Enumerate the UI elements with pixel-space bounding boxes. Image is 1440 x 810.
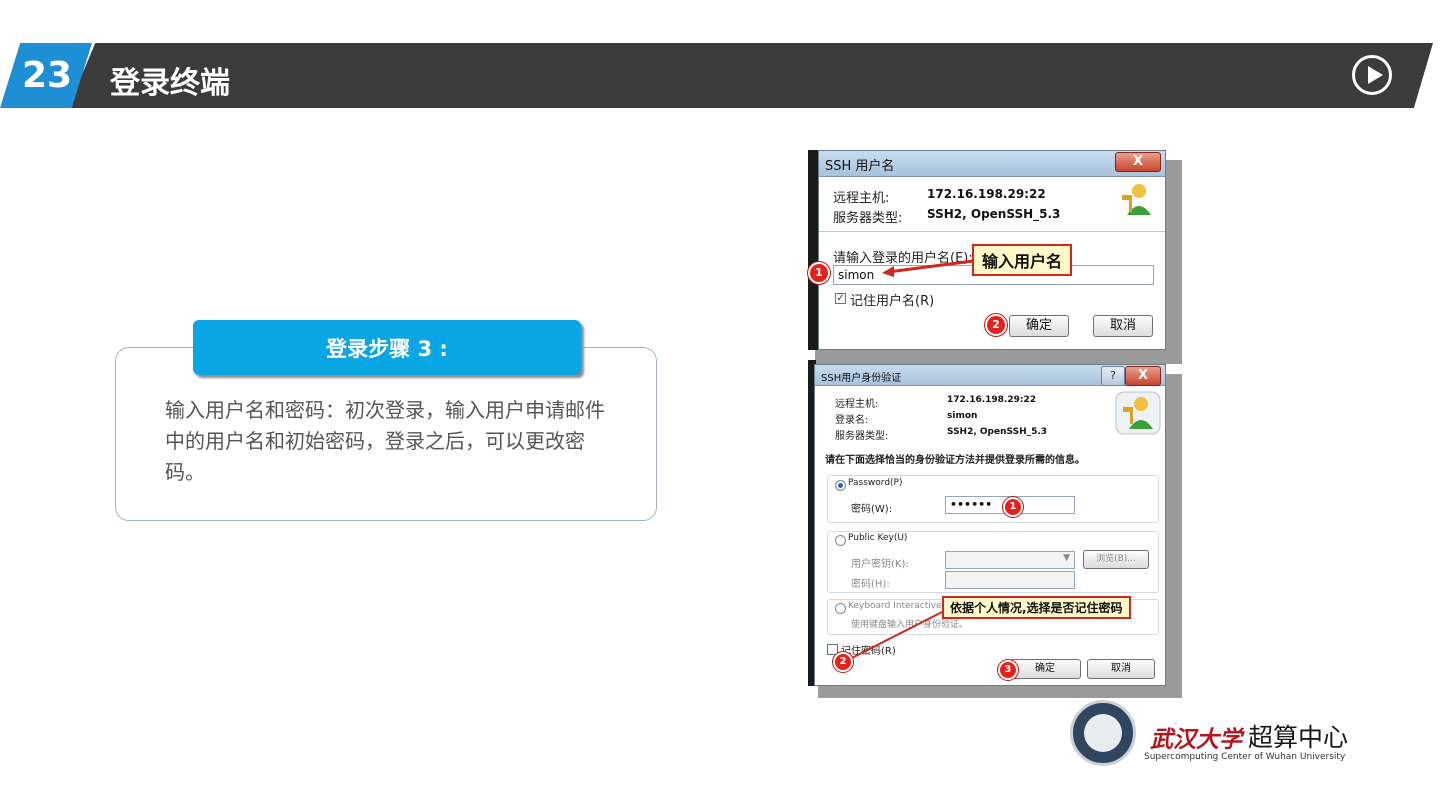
user-key-label: 用户密钥(K): <box>851 559 909 570</box>
username-callout: 输入用户名 <box>972 244 1073 276</box>
remote-host-value-2: 172.16.198.29:22 <box>947 395 1037 405</box>
center-subtitle: Supercomputing Center of Wuhan Universit… <box>1144 752 1346 762</box>
remember-username-label: 记住用户名(R) <box>850 294 935 309</box>
step-title: 登录步骤 3 : <box>193 320 581 375</box>
remote-host-label-2: 远程主机: <box>835 399 879 410</box>
password-radio[interactable] <box>835 480 846 491</box>
user-keys-icon <box>1122 184 1151 215</box>
password-label: 密码(W): <box>851 504 893 515</box>
dialog2-help-button[interactable]: ? <box>1101 366 1125 386</box>
university-seal-logo <box>1070 700 1136 766</box>
user-key-select[interactable]: ▼ <box>945 551 1075 569</box>
header-bar <box>68 43 1433 108</box>
password-option-label: Password(P) <box>848 478 903 488</box>
center-name: 超算中心 <box>1248 723 1349 752</box>
dialog1-title: SSH 用户名 <box>825 159 895 174</box>
dialog1-cancel-button[interactable]: 取消 <box>1093 315 1153 337</box>
server-type-label-2: 服务器类型: <box>835 431 889 442</box>
seal-building-icon <box>1084 714 1122 752</box>
public-key-option-label: Public Key(U) <box>848 533 908 543</box>
dialog2-cancel-button[interactable]: 取消 <box>1087 659 1155 679</box>
passphrase-input[interactable] <box>945 571 1075 589</box>
server-type-label: 服务器类型: <box>833 211 903 226</box>
remember-password-arrow <box>842 611 943 663</box>
dialog2-close-button[interactable]: X <box>1125 366 1161 386</box>
step-badge-2: 2 <box>985 314 1007 336</box>
page-title: 登录终端 <box>110 66 230 101</box>
server-type-value-2: SSH2, OpenSSH_5.3 <box>947 427 1048 437</box>
dialog1-titlebar: SSH 用户名 X <box>819 151 1165 177</box>
step-badge-2b: 2 <box>833 652 853 672</box>
dialog2-ok-button[interactable]: 确定 <box>1009 659 1081 679</box>
login-name-label: 登录名: <box>835 415 869 426</box>
step-badge-1b: 1 <box>1003 497 1023 517</box>
university-name: 武汉大学 <box>1150 726 1242 753</box>
dialog1-ok-button[interactable]: 确定 <box>1009 315 1069 337</box>
server-type-value: SSH2, OpenSSH_5.3 <box>927 207 1061 221</box>
remember-password-callout: 依据个人情况,选择是否记住密码 <box>942 596 1131 619</box>
login-name-value: simon <box>947 411 978 421</box>
dialog1-separator <box>819 231 1165 232</box>
remote-host-label: 远程主机: <box>833 191 890 206</box>
user-keys-icon-2 <box>1115 391 1161 435</box>
chevron-down-icon: ▼ <box>1063 553 1070 563</box>
dialog2-titlebar: SSH用户身份验证 ? X <box>815 365 1165 386</box>
step-description: 输入用户名和密码：初次登录，输入用户申请邮件中的用户名和初始密码，登录之后，可以… <box>165 398 605 484</box>
step-badge-1: 1 <box>808 262 830 284</box>
public-key-radio[interactable] <box>835 535 846 546</box>
step-badge-3b: 3 <box>998 660 1018 680</box>
auth-instruction: 请在下面选择恰当的身份验证方法并提供登录所需的信息。 <box>825 455 1085 466</box>
play-circle-icon[interactable] <box>1352 55 1392 95</box>
dialog1-close-button[interactable]: X <box>1115 152 1161 172</box>
dialog2-title: SSH用户身份验证 <box>821 373 902 384</box>
username-arrow <box>882 259 974 277</box>
slide-number: 23 <box>22 55 73 96</box>
remember-username-checkbox[interactable]: ✓ <box>835 293 846 304</box>
browse-button[interactable]: 浏览(B)... <box>1083 550 1149 569</box>
passphrase-label: 密码(H): <box>851 579 890 590</box>
remote-host-value: 172.16.198.29:22 <box>927 187 1046 201</box>
